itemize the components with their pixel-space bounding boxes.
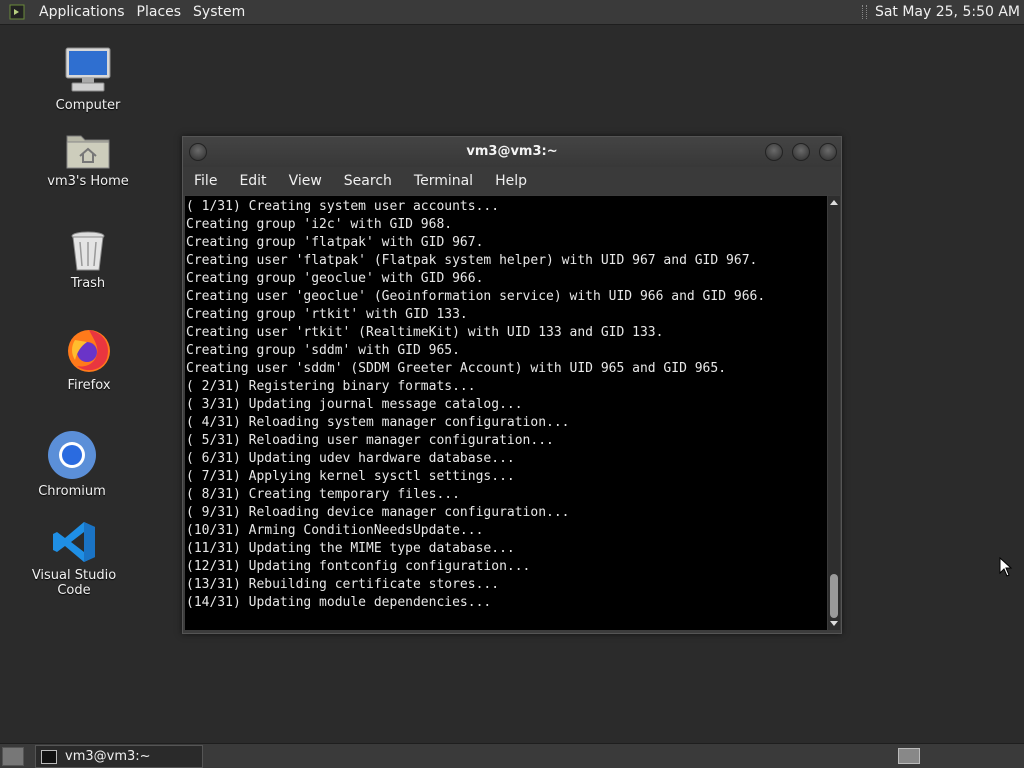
terminal-line: Creating group 'sddm' with GID 965. — [186, 343, 460, 358]
mouse-cursor-icon — [999, 557, 1013, 577]
window-titlebar[interactable]: vm3@vm3:~ — [183, 137, 841, 167]
desktop-icon-chromium[interactable]: Chromium — [12, 430, 132, 499]
show-desktop-button[interactable] — [2, 747, 24, 766]
terminal-line: ( 7/31) Applying kernel sysctl settings.… — [186, 469, 515, 484]
clock-area: Sat May 25, 5:50 AM — [861, 0, 1020, 24]
close-button[interactable] — [819, 143, 837, 161]
desktop-icon-firefox[interactable]: Firefox — [29, 326, 149, 393]
terminal-line: Creating user 'sddm' (SDDM Greeter Accou… — [186, 361, 727, 376]
terminal-line: (11/31) Updating the MIME type database.… — [186, 541, 515, 556]
terminal-output[interactable]: ( 1/31) Creating system user accounts...… — [185, 196, 827, 630]
scroll-up-icon[interactable] — [830, 200, 838, 205]
menu-help[interactable]: Help — [484, 173, 538, 189]
terminal-line: (12/31) Updating fontconfig configuratio… — [186, 559, 531, 574]
chromium-icon — [48, 431, 96, 479]
terminal-line: (14/31) Updating module dependencies... — [186, 595, 492, 610]
panel-handle[interactable] — [861, 5, 867, 19]
scrollbar-thumb[interactable] — [830, 574, 838, 618]
terminal-line: ( 2/31) Registering binary formats... — [186, 379, 476, 394]
bottom-panel: vm3@vm3:~ — [0, 743, 1024, 768]
terminal-line: ( 6/31) Updating udev hardware database.… — [186, 451, 515, 466]
desktop-icon-label: Firefox — [67, 378, 111, 393]
terminal-window[interactable]: vm3@vm3:~ File Edit View Search Terminal… — [182, 136, 842, 634]
terminal-icon — [41, 749, 57, 764]
window-title: vm3@vm3:~ — [466, 144, 558, 159]
desktop-icon-label: Trash — [70, 276, 106, 291]
desktop-icon-home[interactable]: vm3's Home — [28, 130, 148, 189]
terminal-line: ( 1/31) Creating system user accounts... — [186, 199, 500, 214]
terminal-line: (10/31) Arming ConditionNeedsUpdate... — [186, 523, 484, 538]
terminal-line: ( 8/31) Creating temporary files... — [186, 487, 460, 502]
terminal-line: ( 5/31) Reloading user manager configura… — [186, 433, 554, 448]
scroll-down-icon[interactable] — [830, 621, 838, 626]
maximize-button[interactable] — [792, 143, 810, 161]
firefox-icon — [68, 330, 110, 372]
terminal-line: (13/31) Rebuilding certificate stores... — [186, 577, 500, 592]
menu-search[interactable]: Search — [333, 173, 403, 189]
desktop-icon-label: Visual Studio Code — [31, 568, 117, 598]
clock[interactable]: Sat May 25, 5:50 AM — [875, 4, 1020, 20]
terminal-line: ( 9/31) Reloading device manager configu… — [186, 505, 570, 520]
desktop-icon-label: Computer — [55, 98, 121, 113]
menu-file[interactable]: File — [183, 173, 228, 189]
taskbar-label: vm3@vm3:~ — [65, 749, 151, 764]
computer-icon — [65, 47, 111, 92]
terminal-line: Creating group 'geoclue' with GID 966. — [186, 271, 484, 286]
applications-menu[interactable]: Applications — [33, 0, 131, 24]
desktop-icon-label: Chromium — [38, 484, 106, 499]
applications-menu-icon[interactable] — [9, 4, 25, 20]
terminal-line: Creating group 'flatpak' with GID 967. — [186, 235, 484, 250]
desktop-icon-computer[interactable]: Computer — [28, 46, 148, 113]
terminal-line: Creating user 'flatpak' (Flatpak system … — [186, 253, 758, 268]
workspace-switcher[interactable] — [898, 748, 920, 764]
places-menu[interactable]: Places — [131, 0, 188, 24]
system-menu[interactable]: System — [187, 0, 251, 24]
desktop-icon-vscode[interactable]: Visual Studio Code — [14, 520, 134, 598]
desktop-icon-label: vm3's Home — [47, 174, 129, 189]
terminal-line: Creating group 'i2c' with GID 968. — [186, 217, 453, 232]
menu-edit[interactable]: Edit — [228, 173, 277, 189]
terminal-line: ( 4/31) Reloading system manager configu… — [186, 415, 570, 430]
vscode-icon — [53, 522, 95, 562]
terminal-line: ( 3/31) Updating journal message catalog… — [186, 397, 523, 412]
trash-icon — [71, 231, 105, 271]
top-panel: Applications Places System Sat May 25, 5… — [0, 0, 1024, 25]
menu-terminal[interactable]: Terminal — [403, 173, 484, 189]
terminal-scrollbar[interactable] — [828, 196, 840, 630]
home-folder-icon — [66, 135, 110, 169]
minimize-button[interactable] — [765, 143, 783, 161]
terminal-menubar: File Edit View Search Terminal Help — [183, 167, 841, 195]
menu-view[interactable]: View — [278, 173, 333, 189]
terminal-line: Creating group 'rtkit' with GID 133. — [186, 307, 468, 322]
terminal-line: Creating user 'geoclue' (Geoinformation … — [186, 289, 766, 304]
terminal-line: Creating user 'rtkit' (RealtimeKit) with… — [186, 325, 664, 340]
desktop-icon-trash[interactable]: Trash — [28, 230, 148, 291]
taskbar-terminal-button[interactable]: vm3@vm3:~ — [35, 745, 203, 768]
